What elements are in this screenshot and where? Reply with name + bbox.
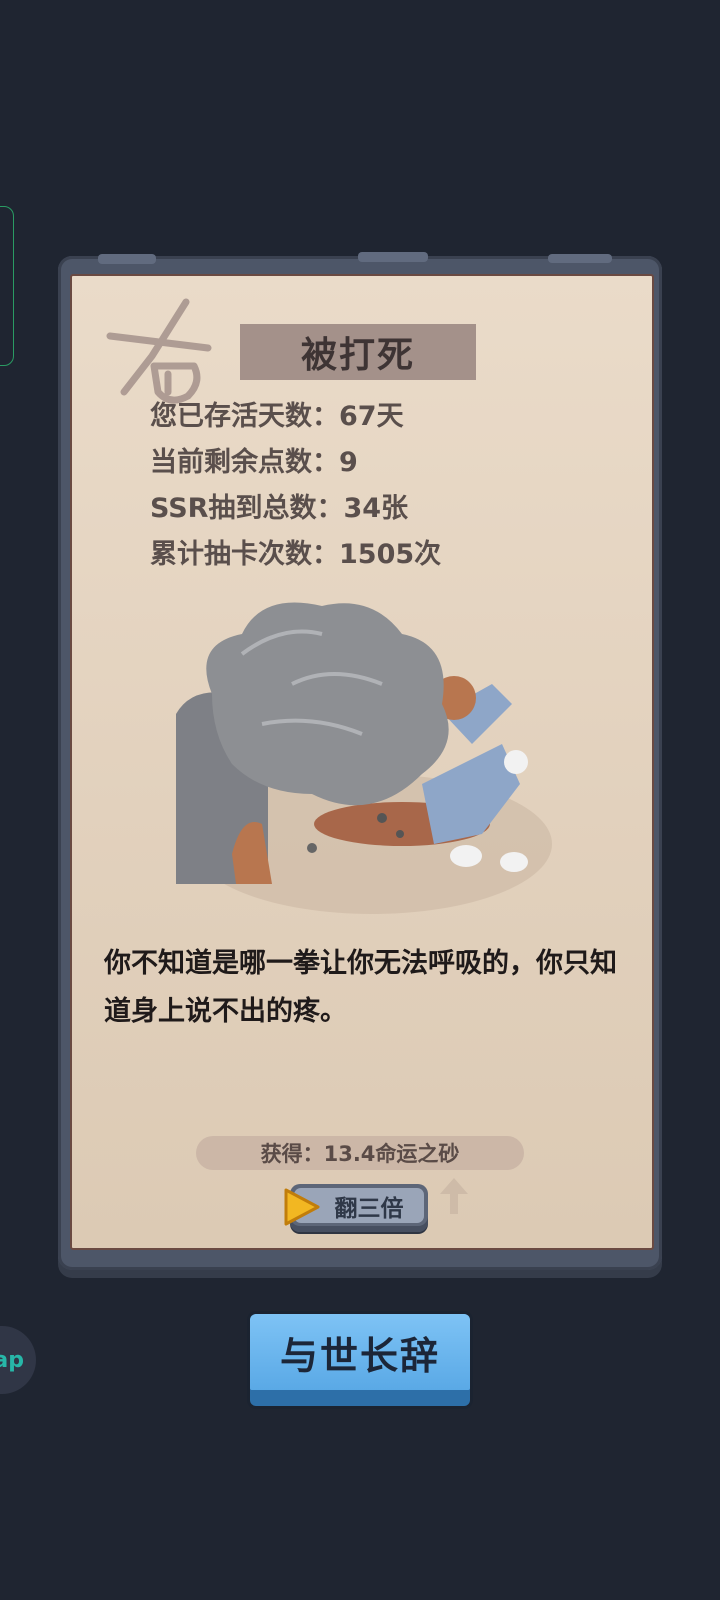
stat-value: 1505次 bbox=[339, 539, 442, 570]
triple-reward-label: 翻三倍 bbox=[334, 1195, 404, 1222]
defeated-character-illustration bbox=[176, 602, 552, 914]
floating-bubble-label: ap bbox=[0, 1347, 24, 1373]
side-panel-edge bbox=[0, 206, 14, 366]
stat-label: 您已存活天数： bbox=[150, 401, 339, 432]
death-title-banner: 被打死 bbox=[240, 324, 476, 380]
stat-points-remaining: 当前剩余点数：9 bbox=[150, 440, 441, 486]
frame-chip bbox=[548, 254, 612, 263]
reward-bar: 获得：13.4命运之砂 bbox=[196, 1136, 524, 1170]
up-arrow-icon bbox=[440, 1178, 468, 1214]
frame-chip bbox=[358, 252, 428, 262]
play-triangle-icon bbox=[284, 1188, 320, 1226]
triple-reward-button[interactable]: 翻三倍 bbox=[284, 1184, 428, 1232]
farewell-button-face: 与世长辞 bbox=[250, 1314, 470, 1390]
stat-ssr-total: SSR抽到总数：34张 bbox=[150, 486, 441, 532]
stat-days-survived: 您已存活天数：67天 bbox=[150, 394, 441, 440]
stat-value: 67天 bbox=[339, 401, 404, 432]
result-paper: 被打死 您已存活天数：67天 当前剩余点数：9 SSR抽到总数：34张 累计抽卡… bbox=[70, 274, 654, 1250]
stat-draw-count: 累计抽卡次数：1505次 bbox=[150, 532, 441, 578]
death-title: 被打死 bbox=[300, 335, 415, 376]
floating-assistant-bubble[interactable]: ap bbox=[0, 1326, 36, 1394]
stat-label: 当前剩余点数： bbox=[150, 447, 339, 478]
farewell-button-label: 与世长辞 bbox=[279, 1333, 440, 1378]
stat-value: 34张 bbox=[343, 493, 409, 524]
stat-label: 累计抽卡次数： bbox=[150, 539, 339, 570]
death-story-text: 你不知道是哪一拳让你无法呼吸的，你只知道身上说不出的疼。 bbox=[104, 948, 617, 1027]
dead-stamp-icon bbox=[106, 298, 212, 404]
stat-value: 9 bbox=[339, 447, 358, 478]
stat-label: SSR抽到总数： bbox=[150, 493, 344, 524]
game-screen: ap 被打死 您已存活天数：67天 当前剩余点数：9 SSR抽到总数：34张 累… bbox=[0, 0, 720, 1600]
farewell-button[interactable]: 与世长辞 bbox=[250, 1314, 470, 1406]
frame-chip bbox=[98, 254, 156, 264]
stats-list: 您已存活天数：67天 当前剩余点数：9 SSR抽到总数：34张 累计抽卡次数：1… bbox=[150, 394, 441, 578]
